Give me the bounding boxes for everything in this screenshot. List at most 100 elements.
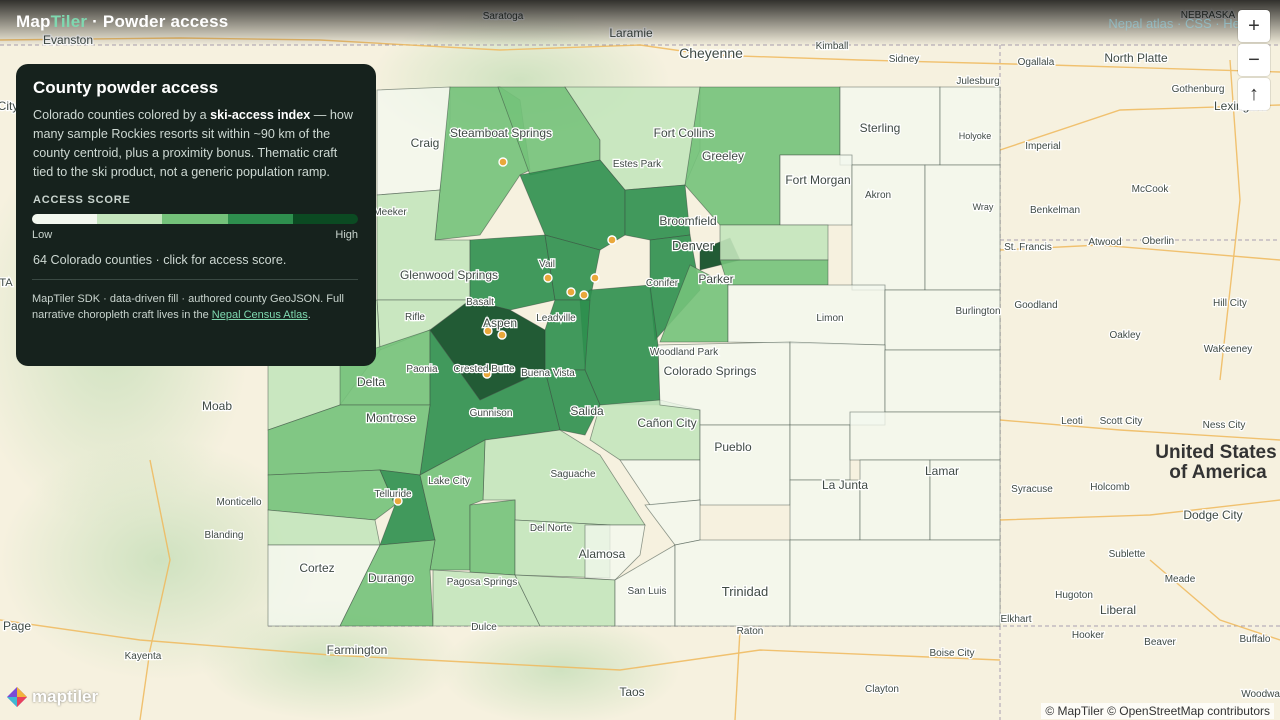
county-41[interactable] xyxy=(859,459,931,541)
place-label-28: St. Francis xyxy=(1004,242,1052,253)
county-8[interactable] xyxy=(851,164,926,291)
county-38[interactable] xyxy=(789,424,851,481)
place-label-73: Meade xyxy=(1165,574,1196,585)
place-label-67: Holcomb xyxy=(1090,482,1130,493)
county-31[interactable] xyxy=(589,399,701,461)
place-label-34: Parker xyxy=(698,272,733,286)
place-label-56: Pueblo xyxy=(714,440,752,454)
legend-swatch-3 xyxy=(227,214,293,224)
place-label-36: Basalt xyxy=(466,297,494,308)
info-panel: County powder access Colorado counties c… xyxy=(16,64,376,366)
county-57[interactable] xyxy=(789,539,1001,627)
place-label-95: TA xyxy=(0,277,13,289)
place-label-80: Liberal xyxy=(1100,603,1136,617)
county-39[interactable] xyxy=(849,411,1001,461)
atlas-link[interactable]: Nepal Census Atlas xyxy=(212,309,308,321)
county-56[interactable] xyxy=(674,539,791,627)
resort-marker-4[interactable] xyxy=(579,290,589,300)
place-label-59: Ness City xyxy=(1203,420,1246,431)
place-label-35: Rifle xyxy=(405,312,425,323)
maptiler-logo[interactable]: maptiler xyxy=(6,686,98,708)
app-title: MapTiler · Powder access xyxy=(16,12,228,32)
place-label-93: Woodward xyxy=(1241,689,1280,700)
resort-marker-3[interactable] xyxy=(566,287,576,297)
place-label-8: North Platte xyxy=(1104,51,1168,65)
place-label-51: Moab xyxy=(202,399,232,413)
resort-marker-2[interactable] xyxy=(543,273,553,283)
place-label-26: Wray xyxy=(973,202,994,212)
place-label-45: Paonia xyxy=(406,364,438,375)
place-label-33: Conifer xyxy=(646,278,679,289)
legend-swatch-0 xyxy=(32,214,98,224)
place-label-58: Scott City xyxy=(1100,416,1143,427)
place-label-27: Benkelman xyxy=(1030,205,1080,216)
county-37[interactable] xyxy=(699,424,791,506)
place-label-76: Pagosa Springs xyxy=(447,577,518,588)
county-6[interactable] xyxy=(939,86,1001,166)
top-links[interactable]: Nepal atlas · CSS · Help xyxy=(1108,16,1250,31)
zoom-out-button[interactable]: − xyxy=(1238,44,1270,76)
resort-marker-7[interactable] xyxy=(497,330,507,340)
legend-swatch-4 xyxy=(292,214,358,224)
county-34[interactable] xyxy=(884,349,1001,413)
resort-marker-0[interactable] xyxy=(498,157,508,167)
resort-marker-5[interactable] xyxy=(590,273,600,283)
place-label-92: Clayton xyxy=(865,684,899,695)
place-label-12: Steamboat Springs xyxy=(450,126,552,140)
county-20[interactable] xyxy=(727,284,886,346)
county-17[interactable] xyxy=(719,224,829,261)
county-7[interactable] xyxy=(779,154,853,226)
place-label-38: Limon xyxy=(816,313,843,324)
place-label-47: Buena Vista xyxy=(521,368,575,379)
place-label-25: Denver xyxy=(672,238,715,253)
place-label-54: Salida xyxy=(570,404,604,418)
place-label-83: Raton xyxy=(737,626,764,637)
minus-icon: − xyxy=(1248,48,1260,71)
desc-bold: ski-access index xyxy=(210,108,311,122)
place-label-69: Blanding xyxy=(205,530,244,541)
desc-pre: Colorado counties colored by a xyxy=(33,108,211,122)
county-9[interactable] xyxy=(924,164,1001,291)
place-label-7: Ogallala xyxy=(1018,57,1055,68)
panel-description: Colorado counties colored by a ski-acces… xyxy=(33,106,360,182)
place-label-30: Oberlin xyxy=(1142,236,1174,247)
place-label-53: Gunnison xyxy=(470,408,513,419)
county-23[interactable] xyxy=(544,299,591,371)
panel-title: County powder access xyxy=(33,78,219,97)
place-label-70: Del Norte xyxy=(530,523,573,534)
place-label-72: Sublette xyxy=(1109,549,1146,560)
legend-labels: Low High xyxy=(32,229,358,241)
county-21[interactable] xyxy=(884,289,1001,351)
resort-marker-10[interactable] xyxy=(607,235,617,245)
map-attribution[interactable]: © MapTiler © OpenStreetMap contributors xyxy=(1041,703,1274,719)
country-label: United States xyxy=(1155,442,1276,463)
place-label-86: Beaver xyxy=(1144,637,1176,648)
place-label-78: Trinidad xyxy=(722,584,768,599)
place-label-37: Leadville xyxy=(536,313,576,324)
county-18[interactable] xyxy=(719,259,829,286)
place-label-48: Woodland Park xyxy=(650,347,719,358)
brand-name-tiler: Tiler xyxy=(50,12,88,31)
place-label-84: Elkhart xyxy=(1000,614,1031,625)
compass-button[interactable]: ↑ xyxy=(1238,78,1270,110)
place-label-13: Fort Collins xyxy=(654,126,715,140)
place-label-88: Kayenta xyxy=(125,651,162,662)
zoom-in-button[interactable]: + xyxy=(1238,10,1270,42)
place-label-68: Dodge City xyxy=(1183,508,1242,522)
place-label-16: Holyoke xyxy=(959,131,992,141)
legend-swatch-2 xyxy=(162,214,228,224)
place-label-77: San Luis xyxy=(628,586,667,597)
place-label-29: Atwood xyxy=(1088,237,1121,248)
place-label-22: McCook xyxy=(1132,184,1170,195)
place-label-32: Vail xyxy=(539,259,555,270)
place-label-44: Delta xyxy=(357,375,385,389)
plus-icon: + xyxy=(1248,14,1260,37)
legend-low-label: Low xyxy=(32,229,53,241)
place-label-66: Syracuse xyxy=(1011,484,1053,495)
county-14[interactable] xyxy=(624,184,691,241)
place-label-87: Buffalo xyxy=(1240,634,1271,645)
place-label-75: Durango xyxy=(368,571,414,585)
legend-ramp xyxy=(32,214,358,224)
place-label-15: Sterling xyxy=(860,121,901,135)
county-47[interactable] xyxy=(469,499,516,576)
